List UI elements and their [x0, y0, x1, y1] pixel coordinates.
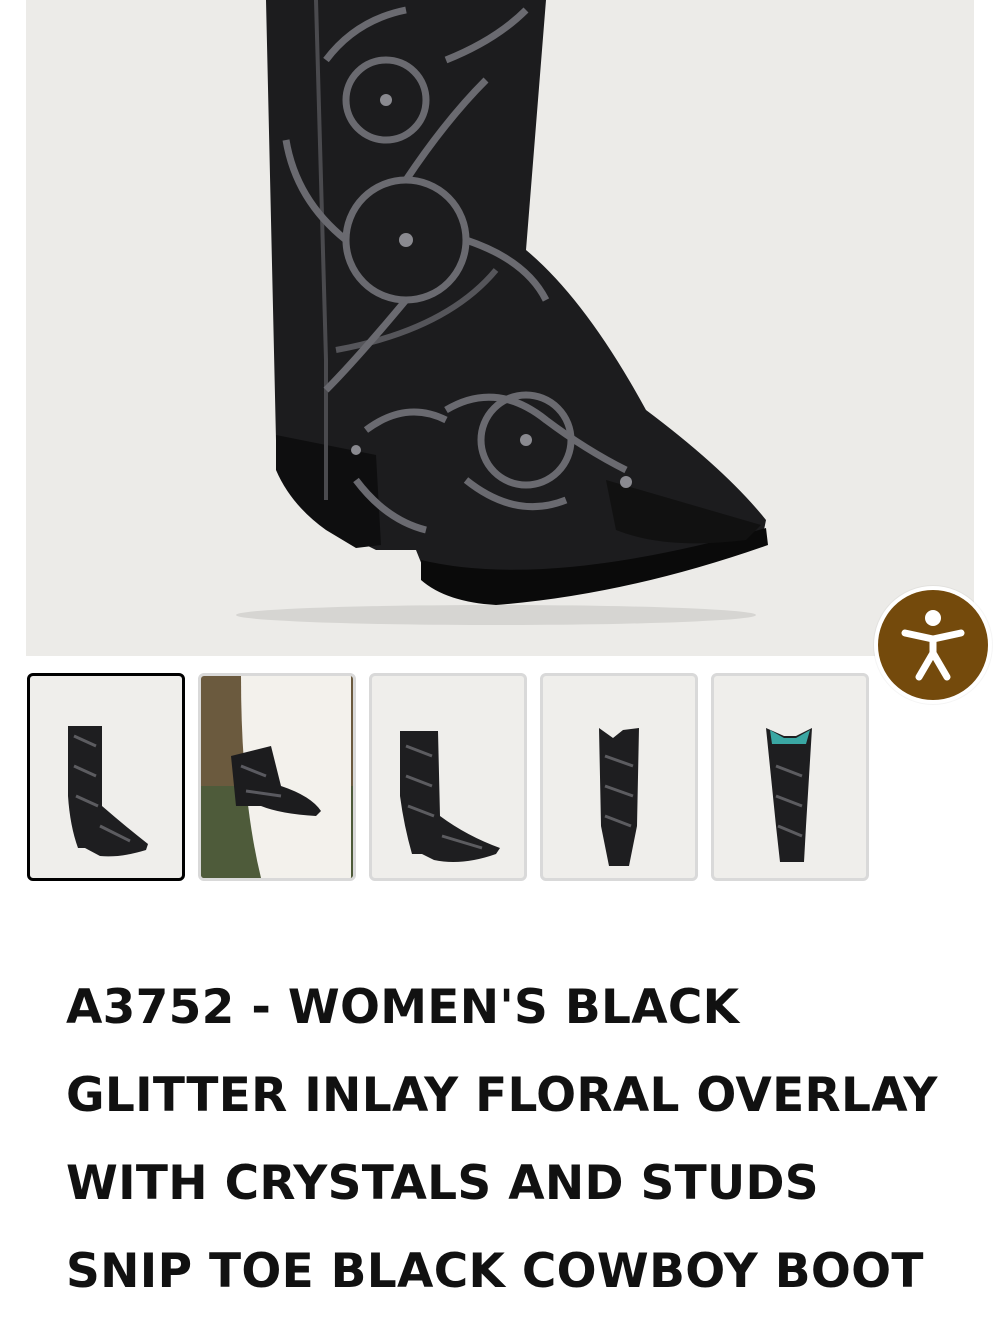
boot-side-thumbnail: [68, 726, 148, 857]
product-title-line: A3752 - WOMEN'S BLACK: [66, 980, 740, 1035]
lifestyle-thumbnail: [201, 676, 353, 878]
boot-back-thumbnail: [766, 728, 812, 862]
accessibility-button[interactable]: [874, 586, 992, 704]
boot-front-thumbnail: [599, 728, 639, 866]
thumbnail-4[interactable]: [540, 673, 698, 881]
thumbnail-1[interactable]: [27, 673, 185, 881]
thumbnail-5[interactable]: [711, 673, 869, 881]
thumbnail-3[interactable]: [369, 673, 527, 881]
main-product-image[interactable]: [26, 0, 974, 656]
boot-side-thumbnail: [400, 731, 500, 862]
product-title-line: GLITTER INLAY FLORAL OVERLAY: [66, 1068, 938, 1123]
product-title-line: SNIP TOE BLACK COWBOY BOOT: [66, 1244, 924, 1299]
product-title: A3752 - WOMEN'S BLACK GLITTER INLAY FLOR…: [66, 964, 956, 1316]
accessibility-button-bg: [878, 590, 988, 700]
thumbnail-2[interactable]: [198, 673, 356, 881]
boot-illustration: [236, 0, 768, 625]
accessibility-icon: [901, 610, 965, 681]
product-title-line: WITH CRYSTALS AND STUDS: [66, 1156, 819, 1211]
thumbnail-strip: [27, 673, 877, 881]
